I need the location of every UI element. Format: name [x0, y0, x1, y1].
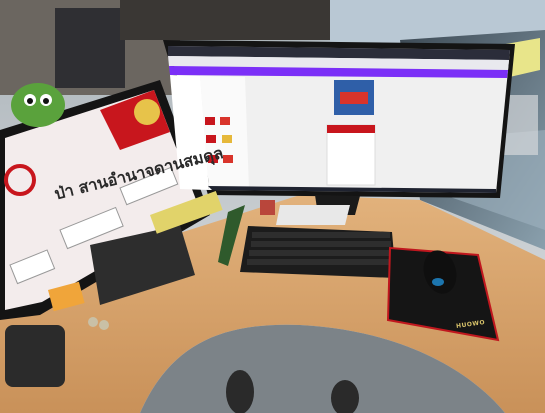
plush-pupil-left: [27, 98, 33, 104]
plush-pupil-right: [43, 98, 49, 104]
monitor-stand-base: [276, 205, 350, 225]
background-people: [120, 0, 330, 40]
canvas-page-2-header: [327, 125, 375, 133]
element-thumb-1: [205, 117, 215, 125]
shoe-left: [226, 370, 254, 413]
speaker: [5, 325, 65, 387]
element-thumb-2: [220, 117, 230, 125]
coin-2: [99, 320, 109, 330]
desk-photo: ป่า สานอำนาจดานสมดุล HUOWO: [0, 0, 545, 413]
canvas-page-2: [326, 124, 376, 186]
green-plush-toy: [11, 83, 65, 127]
pc-tower: [55, 8, 125, 88]
coin-1: [88, 317, 98, 327]
canvas-page-1-block: [340, 92, 368, 104]
cable-clip: [260, 200, 275, 215]
slide-emblem: [134, 99, 160, 125]
mouse-light: [432, 278, 444, 286]
photo-illustration: [0, 0, 545, 413]
